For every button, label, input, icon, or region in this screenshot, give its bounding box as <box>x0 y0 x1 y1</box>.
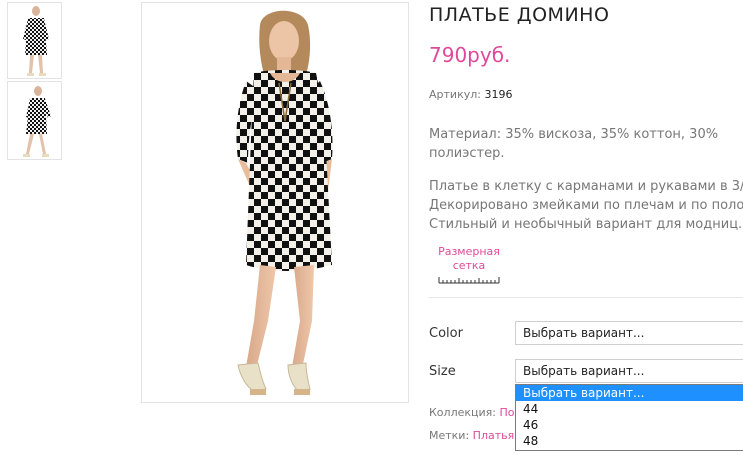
tags-meta: Метки: Платья <box>429 429 514 442</box>
size-option-46[interactable]: 46 <box>516 417 743 433</box>
sku-label: Артикул: <box>429 88 481 101</box>
thumbnail-1-image <box>23 6 49 76</box>
thumbnail-1[interactable] <box>7 2 62 79</box>
material-line: Материал: 35% вискоза, 35% коттон, 30% <box>429 127 719 142</box>
size-option-placeholder[interactable]: Выбрать вариант... <box>516 385 743 401</box>
size-dropdown-list[interactable]: Выбрать вариант... 44 46 48 <box>515 384 743 451</box>
collection-meta: Коллекция: По <box>429 406 515 419</box>
description-line: Декорировано змейками по плечам и по пол… <box>429 198 743 213</box>
size-chart-label: сетка <box>452 259 486 272</box>
color-label: Color <box>429 326 463 341</box>
product-description: Платье в клетку с карманами и рукавами в… <box>429 177 743 234</box>
tags-label: Метки: <box>429 429 470 442</box>
tags-link[interactable]: Платья <box>473 429 515 442</box>
color-select[interactable]: Выбрать вариант... <box>515 321 743 345</box>
product-price: 790руб. <box>429 43 511 67</box>
collection-label: Коллекция: <box>429 406 496 419</box>
description-line: Стильный и необычный вариант для модниц. <box>429 217 743 232</box>
description-line: Платье в клетку с карманами и рукавами в… <box>429 179 743 194</box>
size-select[interactable]: Выбрать вариант... <box>515 359 743 383</box>
size-chart-label: Размерная <box>438 245 500 258</box>
product-material: Материал: 35% вискоза, 35% коттон, 30% п… <box>429 125 718 163</box>
material-line: полиэстер. <box>429 146 505 161</box>
sku-value: 3196 <box>484 88 513 101</box>
thumbnail-2[interactable] <box>7 81 62 160</box>
product-title: ПЛАТЬЕ ДОМИНО <box>429 4 610 26</box>
collection-link[interactable]: По <box>499 406 514 419</box>
size-option-44[interactable]: 44 <box>516 401 743 417</box>
size-option-48[interactable]: 48 <box>516 433 743 449</box>
model-in-dress-illustration <box>236 10 333 395</box>
ruler-icon <box>438 277 500 284</box>
size-chart-link[interactable]: Размерная сетка <box>431 245 507 284</box>
divider <box>429 297 743 298</box>
thumbnail-2-image <box>23 86 51 157</box>
product-sku: Артикул: 3196 <box>429 88 512 101</box>
product-main-image[interactable] <box>141 2 409 403</box>
size-label: Size <box>429 364 456 379</box>
